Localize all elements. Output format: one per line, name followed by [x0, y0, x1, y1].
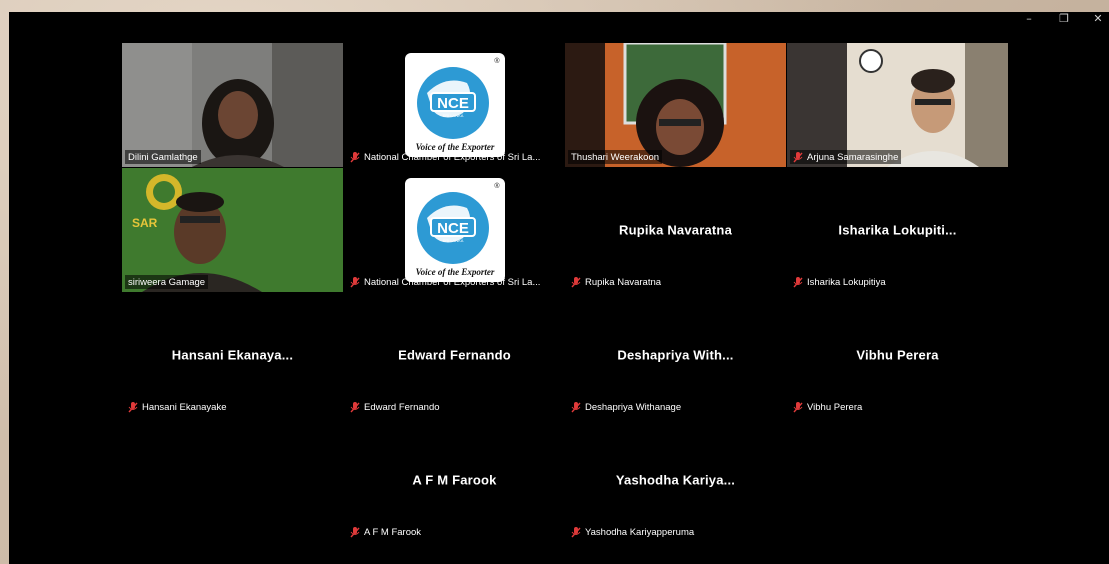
- mic-muted-icon: [350, 401, 360, 413]
- participant-name-label: Yashodha Kariyapperuma: [568, 525, 697, 539]
- mic-muted-icon: [571, 401, 581, 413]
- svg-text:SRI LANKA: SRI LANKA: [442, 113, 463, 118]
- participant-video: [565, 43, 786, 167]
- svg-text:NCE: NCE: [437, 95, 469, 112]
- svg-text:NCE: NCE: [437, 220, 469, 237]
- video-tile-hansani[interactable]: Hansani Ekanaya... Hansani Ekanayake: [122, 293, 343, 417]
- mic-muted-icon: [571, 276, 581, 288]
- nce-logo-image: NCE SRI LANKA Voice of the Exporter ®: [404, 53, 505, 157]
- video-tile-farook[interactable]: A F M Farook A F M Farook: [344, 418, 565, 542]
- participant-display-name: Isharika Lokupiti...: [838, 222, 957, 238]
- participant-name-label: Isharika Lokupitiya: [790, 275, 889, 289]
- video-tile-vibhu[interactable]: Vibhu Perera Vibhu Perera: [787, 293, 1008, 417]
- video-tile-nce-2[interactable]: NCE SRI LANKA Voice of the Exporter ® Na…: [344, 168, 565, 292]
- participant-name-label: Rupika Navaratna: [568, 275, 664, 289]
- mic-muted-icon: [350, 276, 360, 288]
- participant-name-label: Arjuna Samarasinghe: [790, 150, 902, 164]
- participant-video: [122, 168, 343, 292]
- participant-display-name: Rupika Navaratna: [618, 222, 733, 238]
- mic-muted-icon: [350, 151, 360, 163]
- participant-video: [787, 43, 1008, 167]
- video-tile-rupika[interactable]: Rupika Navaratna Rupika Navaratna: [565, 168, 786, 292]
- participant-display-name: Deshapriya With...: [617, 347, 734, 363]
- mic-muted-icon: [793, 151, 803, 163]
- participant-name-label: National Chamber of Exporters of Sri La.…: [347, 150, 543, 164]
- participant-name-label: Hansani Ekanayake: [125, 400, 230, 414]
- mic-muted-icon: [793, 401, 803, 413]
- mic-muted-icon: [571, 526, 581, 538]
- participant-name-label: National Chamber of Exporters of Sri La.…: [347, 275, 543, 289]
- svg-text:SRI LANKA: SRI LANKA: [442, 238, 463, 243]
- minimize-button[interactable]: –: [1014, 12, 1044, 26]
- video-tile-thushari[interactable]: Thushari Weerakoon: [565, 43, 786, 167]
- mic-muted-icon: [350, 526, 360, 538]
- svg-text:®: ®: [494, 57, 500, 65]
- video-tile-deshapriya[interactable]: Deshapriya With... Deshapriya Withanage: [565, 293, 786, 417]
- participant-display-name: Edward Fernando: [398, 347, 511, 363]
- participant-video: [122, 43, 343, 167]
- participant-display-name: Vibhu Perera: [856, 347, 939, 363]
- video-tile-dilini[interactable]: Dilini Gamlathge: [122, 43, 343, 167]
- meeting-window: – ❐ ✕ Dilini Gamlathge NCE SRI LANKA Voi…: [9, 12, 1109, 564]
- participant-name-label: A F M Farook: [347, 525, 424, 539]
- close-button[interactable]: ✕: [1083, 12, 1109, 26]
- participant-name-label: Deshapriya Withanage: [568, 400, 684, 414]
- background-logo-text: SAR: [132, 216, 158, 230]
- restore-button[interactable]: ❐: [1049, 12, 1079, 26]
- video-tile-siriweera-active-speaker[interactable]: SAR siriweera Gamage: [122, 168, 343, 292]
- video-tile-edward[interactable]: Edward Fernando Edward Fernando: [344, 293, 565, 417]
- mic-muted-icon: [128, 401, 138, 413]
- participant-name-label: Vibhu Perera: [790, 400, 865, 414]
- participant-name-label: Thushari Weerakoon: [568, 150, 663, 164]
- participant-name-label: siriweera Gamage: [125, 275, 209, 289]
- participant-display-name: Hansani Ekanaya...: [171, 347, 294, 363]
- participant-display-name: A F M Farook: [412, 472, 497, 488]
- video-tile-nce[interactable]: NCE SRI LANKA Voice of the Exporter ® Na…: [344, 43, 565, 167]
- video-tile-yashodha[interactable]: Yashodha Kariya... Yashodha Kariyapperum…: [565, 418, 786, 542]
- video-tile-isharika[interactable]: Isharika Lokupiti... Isharika Lokupitiya: [787, 168, 1008, 292]
- mic-muted-icon: [793, 276, 803, 288]
- nce-logo-image: NCE SRI LANKA Voice of the Exporter ®: [404, 178, 505, 282]
- video-tile-arjuna[interactable]: Arjuna Samarasinghe: [787, 43, 1008, 167]
- svg-text:®: ®: [494, 182, 500, 190]
- participant-display-name: Yashodha Kariya...: [615, 472, 736, 488]
- participant-name-label: Dilini Gamlathge: [125, 150, 201, 164]
- participant-name-label: Edward Fernando: [347, 400, 443, 414]
